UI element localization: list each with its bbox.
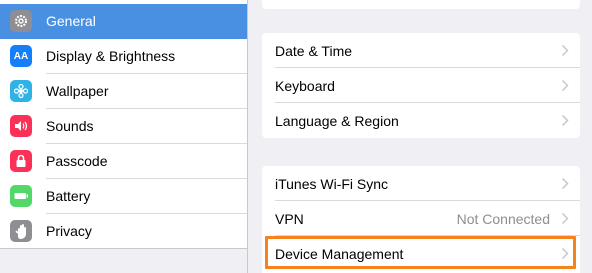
sidebar-item-label: Privacy <box>46 223 92 239</box>
chevron-right-icon <box>561 114 569 132</box>
chevron-right-icon <box>561 44 569 62</box>
speaker-icon <box>10 115 32 137</box>
sidebar-item-sounds[interactable]: Sounds <box>0 109 247 144</box>
row-label: VPN <box>275 211 304 227</box>
vpn-status: Not Connected <box>456 211 550 227</box>
sidebar-item-label: Sounds <box>46 118 94 134</box>
lock-icon <box>10 150 32 172</box>
chevron-right-icon <box>561 177 569 195</box>
sidebar-item-label: General <box>46 13 96 29</box>
row-label: Language & Region <box>275 113 399 129</box>
row-label: iTunes Wi-Fi Sync <box>275 176 389 192</box>
hand-icon <box>10 220 32 242</box>
sidebar-item-battery[interactable]: Battery <box>0 179 247 214</box>
date-time-row[interactable]: Date & Time <box>262 33 580 68</box>
keyboard-row[interactable]: Keyboard <box>262 68 580 103</box>
wallpaper-icon <box>10 80 32 102</box>
display-brightness-icon: AA <box>10 45 32 67</box>
sidebar-item-label: Battery <box>46 188 91 204</box>
row-label: Date & Time <box>275 43 353 59</box>
vpn-row[interactable]: VPN Not Connected <box>262 201 580 236</box>
sidebar-item-label: Wallpaper <box>46 83 109 99</box>
sidebar-item-label: Passcode <box>46 153 108 169</box>
language-region-row[interactable]: Language & Region <box>262 103 580 138</box>
sidebar-item-privacy[interactable]: Privacy <box>0 214 247 249</box>
row-label: Keyboard <box>275 78 335 94</box>
sidebar-item-general[interactable]: General <box>0 4 247 39</box>
gear-icon <box>10 10 32 32</box>
chevron-right-icon <box>561 212 569 230</box>
pane-divider <box>247 0 248 273</box>
itunes-wifi-sync-row[interactable]: iTunes Wi-Fi Sync <box>262 166 580 201</box>
settings-sidebar: General AA Display & Brightness Wallpape… <box>0 0 247 273</box>
datetime-group: Date & Time Keyboard Language & Region <box>262 33 580 138</box>
battery-icon <box>10 185 32 207</box>
sidebar-item-label: Display & Brightness <box>46 48 176 64</box>
sidebar-item-wallpaper[interactable]: Wallpaper <box>0 74 247 109</box>
device-management-highlight <box>265 236 576 269</box>
sidebar-item-passcode[interactable]: Passcode <box>0 144 247 179</box>
sidebar-footer <box>0 248 247 273</box>
chevron-right-icon <box>561 79 569 97</box>
sidebar-item-display-brightness[interactable]: AA Display & Brightness <box>0 39 247 74</box>
previous-group-card <box>262 0 580 9</box>
